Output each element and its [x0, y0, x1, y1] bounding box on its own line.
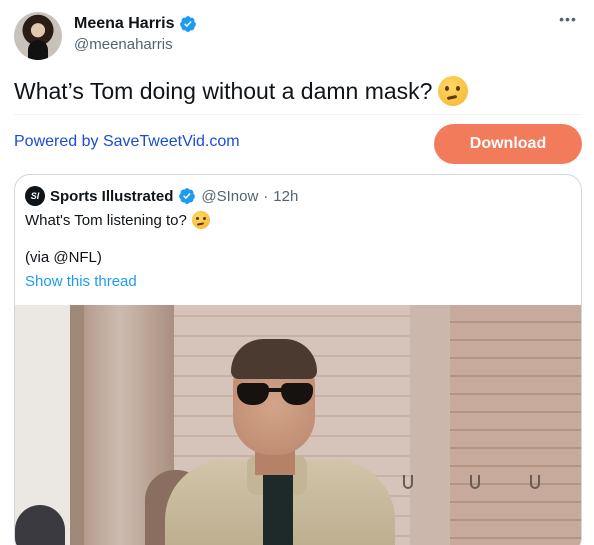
wall-hook-icon — [470, 475, 480, 489]
video-thumbnail[interactable] — [15, 305, 581, 545]
tweet-text: What’s Tom doing without a damn mask? — [14, 77, 433, 104]
media-scene-pillar — [410, 305, 450, 545]
sunglasses-icon — [237, 383, 315, 405]
separator-dot: · — [263, 187, 269, 205]
quoted-tweet-text-row: What's Tom listening to? — [25, 211, 210, 229]
quoted-tweet-text: What's Tom listening to? — [25, 211, 187, 229]
media-scene-shirt — [263, 475, 293, 545]
author-name[interactable]: Meena Harris — [74, 15, 175, 33]
sports-illustrated-logo-icon: SI — [25, 186, 45, 206]
thinking-face-emoji-icon — [438, 76, 469, 106]
quoted-tweet-header: SI Sports Illustrated @SInow · 12h — [25, 186, 298, 206]
tweet-text-row: What’s Tom doing without a damn mask? — [14, 76, 469, 106]
quoted-author-handle[interactable]: @SInow — [201, 188, 258, 205]
tweet-header: Meena Harris @meenaharris ••• — [14, 12, 580, 62]
author-handle[interactable]: @meenaharris — [74, 36, 173, 53]
author-name-row[interactable]: Meena Harris — [74, 15, 197, 33]
media-scene-brick-wall-right — [450, 305, 581, 545]
powered-by-link[interactable]: Powered by SaveTweetVid.com — [14, 133, 240, 151]
media-scene-hair — [231, 339, 317, 379]
verified-badge-icon — [179, 16, 196, 32]
author-avatar[interactable] — [14, 12, 62, 60]
thinking-face-emoji-icon — [191, 211, 210, 229]
quoted-author-name[interactable]: Sports Illustrated — [50, 188, 173, 205]
show-this-thread-link[interactable]: Show this thread — [25, 273, 137, 290]
download-button[interactable]: Download — [434, 124, 582, 164]
divider — [14, 114, 582, 115]
quoted-tweet-via: (via @NFL) — [25, 249, 102, 266]
more-options-icon[interactable]: ••• — [558, 12, 578, 30]
wall-hook-icon — [403, 475, 413, 489]
quoted-tweet-card[interactable]: SI Sports Illustrated @SInow · 12h What'… — [14, 174, 582, 545]
verified-badge-icon — [179, 188, 196, 204]
wall-hook-icon — [530, 475, 540, 489]
quoted-tweet-time[interactable]: 12h — [273, 188, 298, 205]
media-scene-door-frame — [70, 305, 84, 545]
